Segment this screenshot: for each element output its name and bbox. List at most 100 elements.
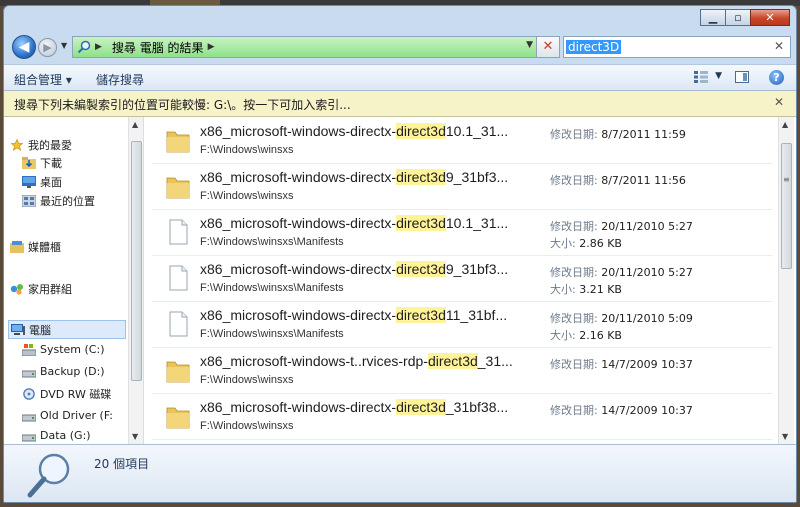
search-magnifier-icon — [27, 453, 70, 498]
result-row[interactable]: x86_microsoft-windows-directx-direct3d10… — [152, 118, 772, 164]
details-pane: 20 個項目 — [4, 444, 796, 502]
recent-pages-dropdown[interactable]: ▼ — [61, 41, 67, 50]
result-date: 修改日期: 14/7/2009 10:37 — [550, 404, 693, 417]
back-arrow-icon: ◀ — [18, 39, 30, 55]
result-row[interactable]: x86_microsoft-windows-directx-direct3d9_… — [152, 256, 772, 302]
explorer-window: ▁ ▫ ✕ ◀ ▶ ▼ ▶ 搜尋 電腦 的結果 ▶ ▼ ✕ direct3D ✕ — [3, 5, 797, 503]
preview-pane-icon[interactable] — [735, 71, 749, 83]
result-path: F:\Windows\winsxs\Manifests — [200, 328, 344, 340]
nav-favorites[interactable]: 我的最愛 — [10, 137, 72, 153]
search-highlight: direct3d — [396, 307, 446, 323]
breadcrumb-search-results[interactable]: 搜尋 電腦 的結果 — [112, 39, 204, 56]
nav-downloads[interactable]: 下載 — [22, 155, 62, 171]
hard-drive-icon — [22, 414, 36, 421]
search-highlight: direct3d — [396, 261, 446, 277]
nav-desktop[interactable]: 桌面 — [22, 174, 62, 190]
results-scrollbar[interactable]: ▲ ≡ ▼ — [778, 117, 794, 444]
nav-libraries[interactable]: 媒體櫃 — [10, 239, 61, 255]
search-input[interactable]: direct3D — [566, 40, 622, 54]
back-button[interactable]: ◀ — [12, 35, 36, 59]
folder-icon — [165, 126, 191, 154]
result-date: 修改日期: 8/7/2011 11:59 — [550, 128, 686, 141]
item-count: 20 個項目 — [94, 457, 150, 471]
search-highlight: direct3d — [396, 169, 446, 185]
nav-computer[interactable]: 電腦 — [8, 320, 126, 339]
result-date: 修改日期: 20/11/2010 5:27 — [550, 220, 693, 233]
scroll-down-icon[interactable]: ▼ — [782, 432, 788, 441]
result-date: 修改日期: 14/7/2009 10:37 — [550, 358, 693, 371]
result-name: x86_microsoft-windows-directx-direct3d10… — [200, 215, 509, 231]
result-name: x86_microsoft-windows-directx-direct3d9_… — [200, 169, 509, 185]
nav-drive[interactable]: DVD RW 磁碟 — [22, 386, 111, 402]
desktop-icon — [22, 176, 36, 188]
nav-scrollbar-thumb[interactable] — [131, 141, 142, 381]
homegroup-icon — [10, 284, 23, 295]
results-scrollbar-thumb[interactable] — [781, 143, 792, 269]
nav-drive[interactable]: Backup (D:) — [22, 365, 105, 378]
result-row[interactable]: x86_microsoft-windows-directx-direct3d10… — [152, 210, 772, 256]
result-row[interactable]: x86_microsoft-windows-directx-direct3d9_… — [152, 164, 772, 210]
file-icon — [165, 310, 191, 338]
computer-icon — [11, 323, 25, 335]
result-name: x86_microsoft-windows-t..rvices-rdp-dire… — [200, 353, 513, 369]
navigation-row: ◀ ▶ ▼ ▶ 搜尋 電腦 的結果 ▶ ▼ ✕ direct3D ✕ — [4, 32, 796, 62]
clear-search-icon[interactable]: ✕ — [774, 39, 784, 53]
stop-search-button[interactable]: ✕ — [536, 37, 559, 57]
forward-arrow-icon: ▶ — [43, 41, 52, 54]
forward-button[interactable]: ▶ — [38, 38, 57, 57]
maximize-button[interactable]: ▫ — [725, 9, 751, 26]
folder-icon — [165, 356, 191, 384]
file-icon — [165, 264, 191, 292]
result-path: F:\Windows\winsxs\Manifests — [200, 236, 344, 248]
search-box[interactable]: direct3D ✕ — [563, 36, 791, 58]
result-date: 修改日期: 8/7/2011 11:56 — [550, 174, 686, 187]
close-info-bar-icon[interactable]: ✕ — [774, 95, 784, 109]
index-info-message: 搜尋下列未編製索引的位置可能較慢: G:\。按一下可加入索引... — [14, 98, 351, 112]
result-path: F:\Windows\winsxs — [200, 420, 294, 432]
breadcrumb-separator-icon: ▶ — [95, 42, 102, 52]
search-highlight: direct3d — [396, 399, 446, 415]
result-name: x86_microsoft-windows-directx-direct3d_3… — [200, 399, 509, 415]
system-drive-icon — [22, 343, 36, 356]
nav-drive[interactable]: System (C:) — [22, 343, 105, 356]
close-button[interactable]: ✕ — [750, 9, 790, 26]
result-path: F:\Windows\winsxs\Manifests — [200, 282, 344, 294]
nav-recent-places[interactable]: 最近的位置 — [22, 193, 95, 209]
recent-places-icon — [22, 195, 36, 207]
libraries-icon — [10, 241, 24, 253]
nav-drive[interactable]: Old Driver (F: — [22, 409, 113, 422]
index-info-bar[interactable]: 搜尋下列未編製索引的位置可能較慢: G:\。按一下可加入索引... ✕ — [4, 91, 796, 117]
nav-drive[interactable]: Data (G:) — [22, 429, 91, 442]
address-dropdown-icon[interactable]: ▼ — [526, 40, 533, 50]
folder-icon — [165, 172, 191, 200]
organize-button[interactable]: 組合管理 ▾ — [14, 71, 72, 88]
result-path: F:\Windows\winsxs — [200, 144, 294, 156]
result-row[interactable]: x86_microsoft-windows-t..rvices-rdp-dire… — [152, 348, 772, 394]
scrollbar-grip-icon: ≡ — [783, 175, 790, 184]
dvd-drive-icon — [23, 388, 35, 400]
downloads-folder-icon — [22, 157, 36, 169]
result-size: 大小: 2.86 KB — [550, 237, 622, 250]
star-icon — [10, 139, 24, 151]
scroll-up-icon[interactable]: ▲ — [782, 120, 788, 129]
result-row[interactable]: x86_microsoft-windows-directx-direct3d_3… — [152, 394, 772, 440]
screen: ▁ ▫ ✕ ◀ ▶ ▼ ▶ 搜尋 電腦 的結果 ▶ ▼ ✕ direct3D ✕ — [0, 0, 800, 507]
caption-buttons: ▁ ▫ ✕ — [700, 9, 790, 26]
search-highlight: direct3d — [396, 123, 446, 139]
view-dropdown-icon[interactable]: ▼ — [715, 71, 722, 81]
folder-icon — [165, 402, 191, 430]
nav-homegroup[interactable]: 家用群組 — [10, 281, 72, 297]
scroll-up-icon[interactable]: ▲ — [132, 120, 138, 129]
change-view-icon[interactable] — [694, 71, 708, 83]
minimize-button[interactable]: ▁ — [700, 9, 726, 26]
hard-drive-icon — [22, 434, 36, 441]
title-bar[interactable]: ▁ ▫ ✕ — [4, 6, 796, 30]
navigation-pane: 我的最愛 下載 桌面 最近的位置 媒體櫃 家用群組 電腦 System (C:)… — [4, 117, 144, 444]
address-bar[interactable]: ▶ 搜尋 電腦 的結果 ▶ ▼ ✕ — [72, 36, 560, 58]
nav-scrollbar[interactable]: ▲ ▼ — [128, 117, 143, 444]
result-row[interactable]: x86_microsoft-windows-directx-direct3d11… — [152, 302, 772, 348]
result-path: F:\Windows\winsxs — [200, 190, 294, 202]
scroll-down-icon[interactable]: ▼ — [132, 432, 138, 441]
help-button[interactable]: ? — [769, 70, 784, 85]
save-search-button[interactable]: 儲存搜尋 — [96, 71, 144, 88]
